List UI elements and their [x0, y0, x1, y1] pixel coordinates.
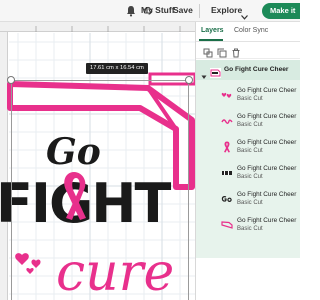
size-badge: 17.61 cm x 16.54 cm	[86, 63, 148, 74]
layer-toolbar	[196, 42, 300, 59]
layer-name: Go Fight Cure Cheer	[237, 87, 297, 94]
layer-operation: Basic Cut	[237, 96, 263, 102]
design-canvas[interactable]: Go FIGHT cure 17.61 cm x 16.54 cm	[0, 22, 195, 300]
tab-layers[interactable]: Layers	[201, 27, 224, 34]
layer-name: Go Fight Cure Cheer	[237, 165, 297, 172]
tab-color-sync[interactable]: Color Sync	[234, 27, 268, 34]
layers-panel: Layers Color Sync Go Fight Cure Cheer Go…	[195, 22, 300, 300]
active-tab-indicator	[199, 39, 223, 41]
layer-item[interactable]: Go Fight Cure Cheer Basic Cut	[196, 82, 300, 107]
my-stuff-button[interactable]: My Stuff	[141, 5, 175, 15]
layer-operation: Basic Cut	[237, 174, 263, 180]
resize-handle[interactable]	[185, 76, 193, 84]
cure-text-icon	[221, 114, 233, 126]
megaphone-icon	[221, 218, 233, 230]
layer-operation: Basic Cut	[237, 226, 263, 232]
make-it-button[interactable]: Make it	[262, 3, 300, 19]
group-name: Go Fight Cure Cheer	[224, 66, 289, 73]
layer-name: Go Fight Cure Cheer	[237, 217, 297, 224]
layer-operation: Basic Cut	[237, 122, 263, 128]
explore-menu[interactable]: Explore	[211, 5, 242, 15]
layer-name: Go Fight Cure Cheer	[237, 113, 297, 120]
resize-handle[interactable]	[7, 76, 15, 84]
layer-name: Go Fight Cure Cheer	[237, 139, 297, 146]
layer-list: Go Fight Cure Cheer Basic Cut Go Fight C…	[196, 80, 300, 258]
group-thumbnail-icon	[210, 65, 221, 78]
save-button[interactable]: Save	[173, 5, 193, 15]
bell-icon[interactable]	[126, 4, 136, 22]
layer-item[interactable]: Go Fight Cure Cheer Basic Cut	[196, 160, 300, 185]
top-bar: My Stuff Save Explore Make it	[0, 0, 300, 22]
ribbon-icon	[221, 140, 233, 153]
layer-item[interactable]: Go Fight Cure Cheer Basic Cut	[196, 134, 300, 159]
heart-icon	[221, 88, 233, 100]
layer-operation: Basic Cut	[237, 148, 263, 154]
go-text-icon	[221, 192, 233, 204]
fight-text-icon	[221, 166, 233, 178]
layer-item[interactable]: Go Fight Cure Cheer Basic Cut	[196, 186, 300, 211]
panel-tabs: Layers Color Sync	[196, 22, 300, 42]
layer-group-row[interactable]: Go Fight Cure Cheer	[196, 60, 300, 80]
divider	[199, 4, 200, 18]
app-window: My Stuff Save Explore Make it Go FIGHT c…	[0, 0, 300, 300]
layer-item[interactable]: Go Fight Cure Cheer Basic Cut	[196, 108, 300, 133]
layer-item[interactable]: Go Fight Cure Cheer Basic Cut	[196, 212, 300, 237]
layer-name: Go Fight Cure Cheer	[237, 191, 297, 198]
layer-operation: Basic Cut	[237, 200, 263, 206]
selection-box[interactable]	[11, 80, 189, 300]
